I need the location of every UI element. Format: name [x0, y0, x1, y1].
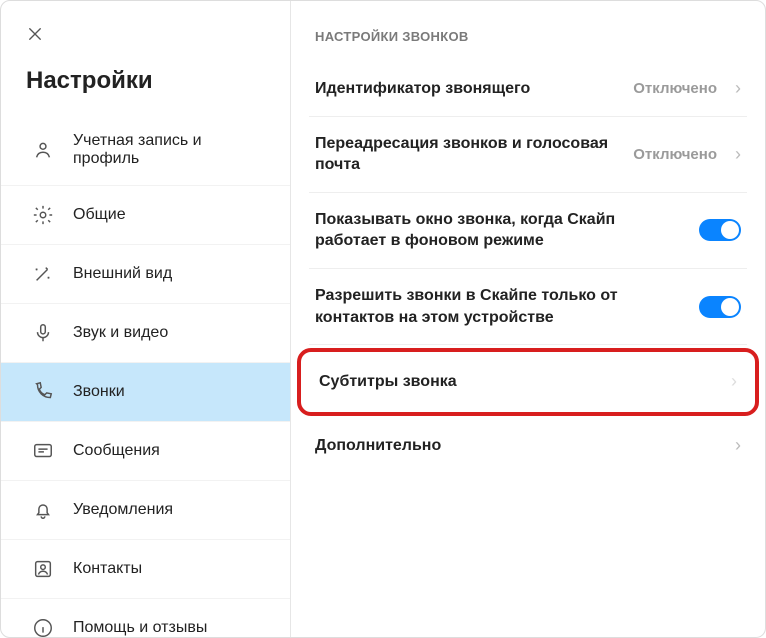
settings-window: Настройки Учетная запись и профиль Общие [0, 0, 766, 638]
row-show-call-window: Показывать окно звонка, когда Скайп рабо… [309, 193, 747, 269]
sidebar-item-label: Уведомления [73, 501, 270, 519]
chevron-right-icon: › [731, 144, 741, 165]
sidebar-item-label: Звонки [73, 383, 270, 401]
close-button[interactable] [26, 23, 44, 49]
row-label: Разрешить звонки в Скайпе только от конт… [315, 285, 685, 328]
row-call-subtitles[interactable]: Субтитры звонка › [305, 351, 751, 413]
highlighted-row: Субтитры звонка › [305, 351, 751, 413]
sidebar-item-label: Помощь и отзывы [73, 619, 270, 637]
row-value: Отключено [633, 80, 717, 97]
row-label: Переадресация звонков и голосовая почта [315, 133, 619, 176]
sidebar-item-label: Общие [73, 206, 270, 224]
contacts-icon [31, 557, 55, 581]
row-label: Дополнительно [315, 435, 717, 457]
row-advanced[interactable]: Дополнительно › [309, 419, 747, 473]
main-panel: НАСТРОЙКИ ЗВОНКОВ Идентификатор звонящег… [291, 1, 765, 637]
bell-icon [31, 498, 55, 522]
sidebar-item-label: Внешний вид [73, 265, 270, 283]
row-label: Показывать окно звонка, когда Скайп рабо… [315, 209, 685, 252]
row-allow-calls-contacts: Разрешить звонки в Скайпе только от конт… [309, 269, 747, 345]
section-heading: НАСТРОЙКИ ЗВОНКОВ [315, 29, 741, 44]
sidebar-list: Учетная запись и профиль Общие Внешний в… [1, 115, 290, 638]
sidebar-item-label: Учетная запись и профиль [73, 132, 270, 168]
sidebar-item-notifications[interactable]: Уведомления [1, 481, 290, 540]
sidebar-item-contacts[interactable]: Контакты [1, 540, 290, 599]
sidebar-item-label: Звук и видео [73, 324, 270, 342]
row-label: Субтитры звонка [319, 371, 713, 393]
sidebar-title: Настройки [26, 67, 265, 95]
sidebar: Настройки Учетная запись и профиль Общие [1, 1, 291, 637]
user-icon [31, 138, 55, 162]
sidebar-item-label: Контакты [73, 560, 270, 578]
sidebar-item-help[interactable]: Помощь и отзывы [1, 599, 290, 638]
toggle-show-call-window[interactable] [699, 219, 741, 241]
row-label: Идентификатор звонящего [315, 78, 619, 100]
info-icon [31, 616, 55, 638]
row-caller-id[interactable]: Идентификатор звонящего Отключено › [309, 62, 747, 117]
mic-icon [31, 321, 55, 345]
phone-icon [31, 380, 55, 404]
message-icon [31, 439, 55, 463]
sidebar-item-appearance[interactable]: Внешний вид [1, 245, 290, 304]
row-value: Отключено [633, 146, 717, 163]
gear-icon [31, 203, 55, 227]
sidebar-item-messages[interactable]: Сообщения [1, 422, 290, 481]
chevron-right-icon: › [731, 435, 741, 456]
sidebar-item-audio-video[interactable]: Звук и видео [1, 304, 290, 363]
sidebar-item-general[interactable]: Общие [1, 186, 290, 245]
row-call-forwarding[interactable]: Переадресация звонков и голосовая почта … [309, 117, 747, 193]
chevron-right-icon: › [731, 78, 741, 99]
sidebar-item-account[interactable]: Учетная запись и профиль [1, 115, 290, 186]
sidebar-header: Настройки [1, 23, 290, 115]
toggle-allow-calls-contacts[interactable] [699, 296, 741, 318]
chevron-right-icon: › [727, 371, 737, 392]
sidebar-item-calls[interactable]: Звонки [1, 363, 290, 422]
wand-icon [31, 262, 55, 286]
sidebar-item-label: Сообщения [73, 442, 270, 460]
